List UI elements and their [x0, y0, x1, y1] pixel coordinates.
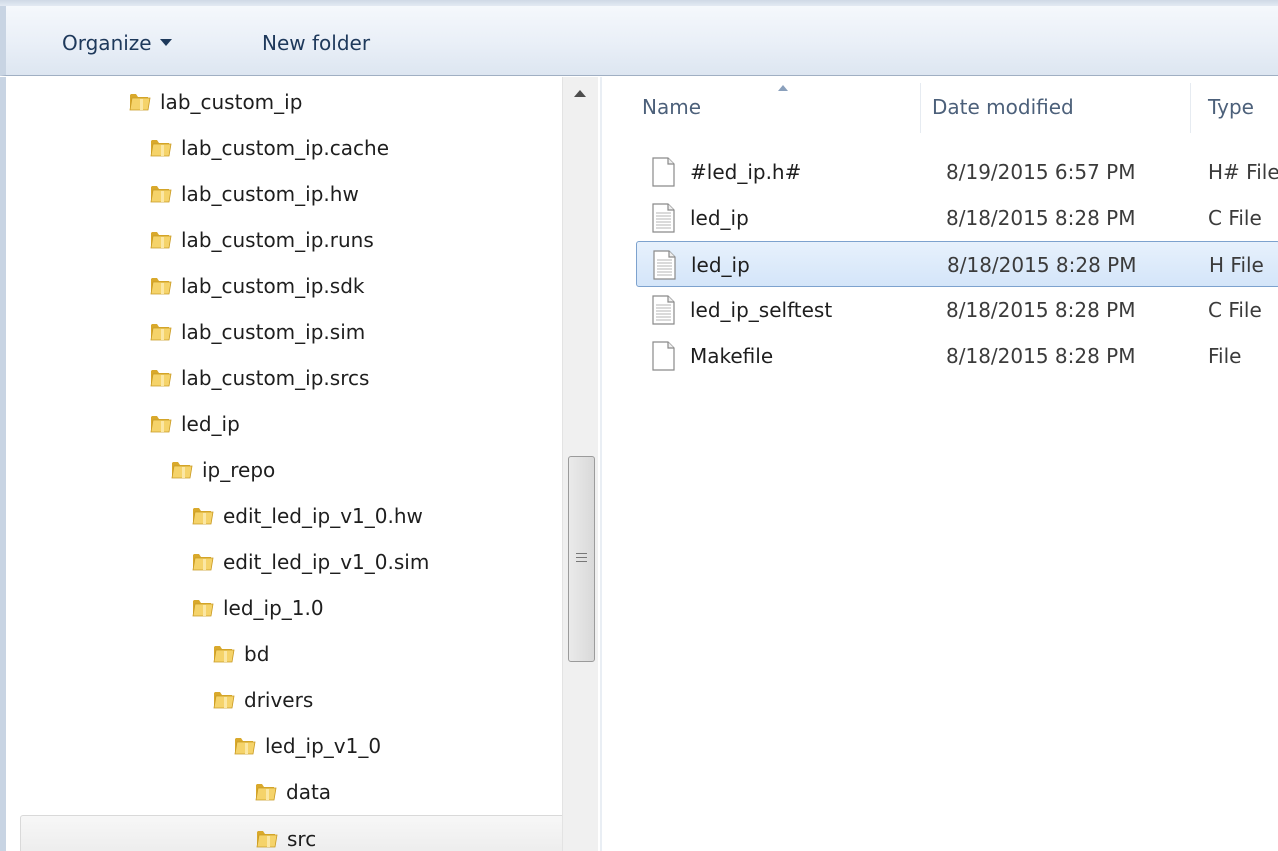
column-divider[interactable] — [1190, 83, 1191, 133]
folder-icon — [191, 503, 215, 527]
file-name: led_ip — [690, 206, 749, 230]
nav-folder-item[interactable]: lab_custom_ip.runs — [20, 217, 568, 263]
folder-icon — [149, 411, 173, 435]
folder-icon — [149, 227, 173, 251]
nav-folder-label: src — [287, 827, 317, 851]
nav-folder-label: led_ip — [181, 412, 240, 436]
nav-folder-item[interactable]: led_ip_1.0 — [20, 585, 568, 631]
nav-folder-label: led_ip_v1_0 — [265, 734, 382, 758]
file-name: #led_ip.h# — [690, 160, 802, 184]
nav-folder-item[interactable]: lab_custom_ip.sim — [20, 309, 568, 355]
nav-folder-item[interactable]: lab_custom_ip.hw — [20, 171, 568, 217]
nav-folder-label: bd — [244, 642, 270, 666]
nav-folder-label: led_ip_1.0 — [223, 596, 324, 620]
nav-folder-label: edit_led_ip_v1_0.sim — [223, 550, 430, 574]
blank-file-icon — [650, 341, 676, 371]
file-type: C File — [1208, 298, 1262, 322]
caret-down-icon — [159, 39, 172, 46]
folder-icon — [191, 595, 215, 619]
navigation-pane: lab_custom_ip lab_custom_ip.cache lab_cust… — [0, 77, 598, 851]
file-row[interactable]: Makefile 8/18/2015 8:28 PM File — [636, 333, 1278, 379]
nav-folder-item[interactable]: edit_led_ip_v1_0.sim — [20, 539, 568, 585]
nav-folder-label: edit_led_ip_v1_0.hw — [223, 504, 423, 528]
nav-folder-item[interactable]: data — [20, 769, 568, 815]
nav-folder-label: lab_custom_ip — [160, 90, 303, 114]
scrollbar-grip-icon — [576, 553, 587, 562]
organize-label: Organize — [62, 31, 152, 55]
new-folder-button[interactable]: New folder — [252, 24, 380, 62]
nav-folder-label: drivers — [244, 688, 314, 712]
folder-icon — [254, 779, 278, 803]
file-name: led_ip — [691, 253, 750, 277]
file-list-pane: Name Date modified Type #led_ip.h# 8/19/2… — [600, 77, 1278, 851]
column-header-date-modified[interactable]: Date modified — [932, 77, 1074, 137]
nav-folder-label: ip_repo — [202, 458, 276, 482]
file-row[interactable]: led_ip_selftest 8/18/2015 8:28 PM C File — [636, 287, 1278, 333]
column-divider[interactable] — [920, 83, 921, 133]
file-date-modified: 8/18/2015 8:28 PM — [947, 253, 1137, 277]
nav-folder-item[interactable]: lab_custom_ip.cache — [20, 125, 568, 171]
nav-folder-label: lab_custom_ip.hw — [181, 182, 359, 206]
file-date-modified: 8/18/2015 8:28 PM — [946, 206, 1136, 230]
nav-folder-item[interactable]: led_ip_v1_0 — [20, 723, 568, 769]
nav-folder-item[interactable]: src — [20, 815, 568, 851]
blank-file-icon — [650, 157, 676, 187]
text-file-icon — [651, 250, 677, 280]
nav-folder-item[interactable]: ip_repo — [20, 447, 568, 493]
folder-icon — [149, 319, 173, 343]
folder-icon — [212, 641, 236, 665]
folder-icon — [149, 365, 173, 389]
nav-folder-item[interactable]: lab_custom_ip.srcs — [20, 355, 568, 401]
file-type: C File — [1208, 206, 1262, 230]
folder-icon — [233, 733, 257, 757]
file-type: File — [1208, 344, 1242, 368]
column-header-type[interactable]: Type — [1208, 77, 1254, 137]
folder-icon — [191, 549, 215, 573]
file-row[interactable]: led_ip 8/18/2015 8:28 PM C File — [636, 195, 1278, 241]
sort-ascending-icon — [778, 85, 788, 91]
scrollbar-thumb[interactable] — [568, 456, 595, 662]
folder-icon — [149, 181, 173, 205]
file-date-modified: 8/18/2015 8:28 PM — [946, 344, 1136, 368]
nav-folder-label: lab_custom_ip.sdk — [181, 274, 365, 298]
organize-button[interactable]: Organize — [52, 24, 182, 62]
nav-folder-label: data — [286, 780, 332, 804]
folder-icon — [170, 457, 194, 481]
nav-folder-label: lab_custom_ip.sim — [181, 320, 366, 344]
nav-folder-item[interactable]: lab_custom_ip.sdk — [20, 263, 568, 309]
file-type: H File — [1209, 253, 1264, 277]
file-name: led_ip_selftest — [690, 298, 833, 322]
folder-icon — [255, 826, 279, 850]
nav-folder-item[interactable]: bd — [20, 631, 568, 677]
column-header-name[interactable]: Name — [642, 77, 701, 137]
file-type: H# File — [1208, 160, 1278, 184]
text-file-icon — [650, 295, 676, 325]
folder-icon — [149, 135, 173, 159]
nav-folder-label: lab_custom_ip.cache — [181, 136, 389, 160]
navigation-scrollbar[interactable] — [562, 77, 598, 851]
file-date-modified: 8/19/2015 6:57 PM — [946, 160, 1136, 184]
nav-folder-item[interactable]: drivers — [20, 677, 568, 723]
nav-folder-item[interactable]: led_ip — [20, 401, 568, 447]
nav-folder-label: lab_custom_ip.runs — [181, 228, 374, 252]
file-date-modified: 8/18/2015 8:28 PM — [946, 298, 1136, 322]
file-row[interactable]: led_ip 8/18/2015 8:28 PM H File — [636, 241, 1278, 287]
scroll-up-arrow-icon[interactable] — [563, 77, 598, 111]
file-name: Makefile — [690, 344, 774, 368]
command-bar: Organize New folder — [0, 6, 1278, 76]
folder-icon — [149, 273, 173, 297]
text-file-icon — [650, 203, 676, 233]
file-row[interactable]: #led_ip.h# 8/19/2015 6:57 PM H# File — [636, 149, 1278, 195]
nav-folder-label: lab_custom_ip.srcs — [181, 366, 370, 390]
folder-icon — [128, 89, 152, 113]
nav-folder-item[interactable]: lab_custom_ip — [20, 79, 568, 125]
nav-folder-item[interactable]: edit_led_ip_v1_0.hw — [20, 493, 568, 539]
folder-icon — [212, 687, 236, 711]
